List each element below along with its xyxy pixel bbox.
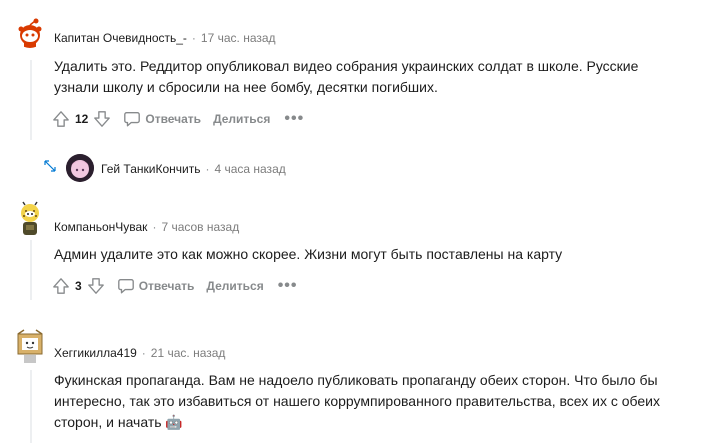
- upvote-button[interactable]: [50, 107, 72, 131]
- thread-line-2[interactable]: [30, 240, 32, 300]
- author-name[interactable]: Гей ТанкиКончить: [101, 162, 200, 176]
- comment-body: Удалить это. Реддитор опубликовал видео …: [54, 58, 639, 95]
- reply-label: Отвечать: [145, 112, 202, 126]
- expand-thread-button[interactable]: [42, 158, 58, 174]
- avatar-cheetah[interactable]: [14, 201, 46, 237]
- share-label: Делиться: [206, 279, 264, 293]
- avatar-pink[interactable]: [66, 154, 94, 182]
- ellipsis-icon: •••: [277, 277, 298, 294]
- downvote-button[interactable]: [85, 274, 107, 298]
- arrow-up-icon: [53, 111, 69, 127]
- meta-separator: ·: [205, 162, 210, 176]
- thread-line-1[interactable]: [30, 60, 32, 140]
- downvote-button[interactable]: [91, 107, 113, 131]
- meta-separator: ·: [152, 220, 157, 234]
- reply-button[interactable]: Отвечать: [113, 274, 199, 298]
- comment-body: Фукинская пропаганда. Вам не надоело пуб…: [54, 372, 660, 430]
- timestamp[interactable]: 21 час. назад: [151, 346, 226, 360]
- vote-score: 12: [75, 112, 89, 126]
- timestamp[interactable]: 7 часов назад: [161, 220, 239, 234]
- comment-meta: КомпаньонЧувак · 7 часов назад: [54, 220, 239, 234]
- meta-separator: ·: [141, 346, 146, 360]
- comment-body: Админ удалите это как можно скорее. Жизн…: [54, 246, 563, 262]
- snoo-red-icon: [18, 18, 42, 48]
- arrow-up-icon: [53, 278, 69, 294]
- vote-score: 3: [75, 279, 82, 293]
- arrow-down-icon: [94, 111, 111, 127]
- meta-separator: ·: [191, 31, 196, 45]
- avatar-snoo-red[interactable]: [14, 16, 46, 48]
- timestamp[interactable]: 17 час. назад: [201, 31, 276, 45]
- ellipsis-icon: •••: [284, 110, 305, 127]
- upvote-button[interactable]: [50, 274, 72, 298]
- more-options-button[interactable]: •••: [284, 111, 304, 127]
- arrow-down-icon: [87, 278, 104, 294]
- reply-button[interactable]: Отвечать: [119, 107, 205, 131]
- comment-meta: Капитан Очевидность_- · 17 час. назад: [54, 31, 276, 45]
- share-button[interactable]: Делиться: [202, 274, 267, 298]
- author-name[interactable]: Капитан Очевидность_-: [54, 31, 187, 45]
- timestamp[interactable]: 4 часа назад: [214, 162, 285, 176]
- comment-actions: 3 Отвечать Делиться •••: [50, 274, 298, 298]
- expand-arrows-icon: [44, 160, 56, 172]
- snoo-cheetah-icon: [21, 201, 39, 235]
- avatar-box[interactable]: [14, 328, 46, 364]
- thread-line-3[interactable]: [30, 370, 32, 443]
- reply-label: Отвечать: [138, 279, 195, 293]
- share-button[interactable]: Делиться: [209, 107, 274, 131]
- comment-meta: Хеггикилла419 · 21 час. назад: [54, 346, 225, 360]
- author-name[interactable]: КомпаньонЧувак: [54, 220, 147, 234]
- share-label: Делиться: [213, 112, 271, 126]
- speech-bubble-icon: [117, 279, 134, 294]
- comment-actions: 12 Отвечать Делиться •••: [50, 107, 304, 131]
- author-name[interactable]: Хеггикилла419: [54, 346, 137, 360]
- more-options-button[interactable]: •••: [278, 278, 298, 294]
- snoo-box-icon: [17, 329, 43, 363]
- avatar-character-icon: [66, 154, 94, 182]
- speech-bubble-icon: [124, 112, 141, 127]
- collapsed-meta: Гей ТанкиКончить · 4 часа назад: [101, 162, 286, 176]
